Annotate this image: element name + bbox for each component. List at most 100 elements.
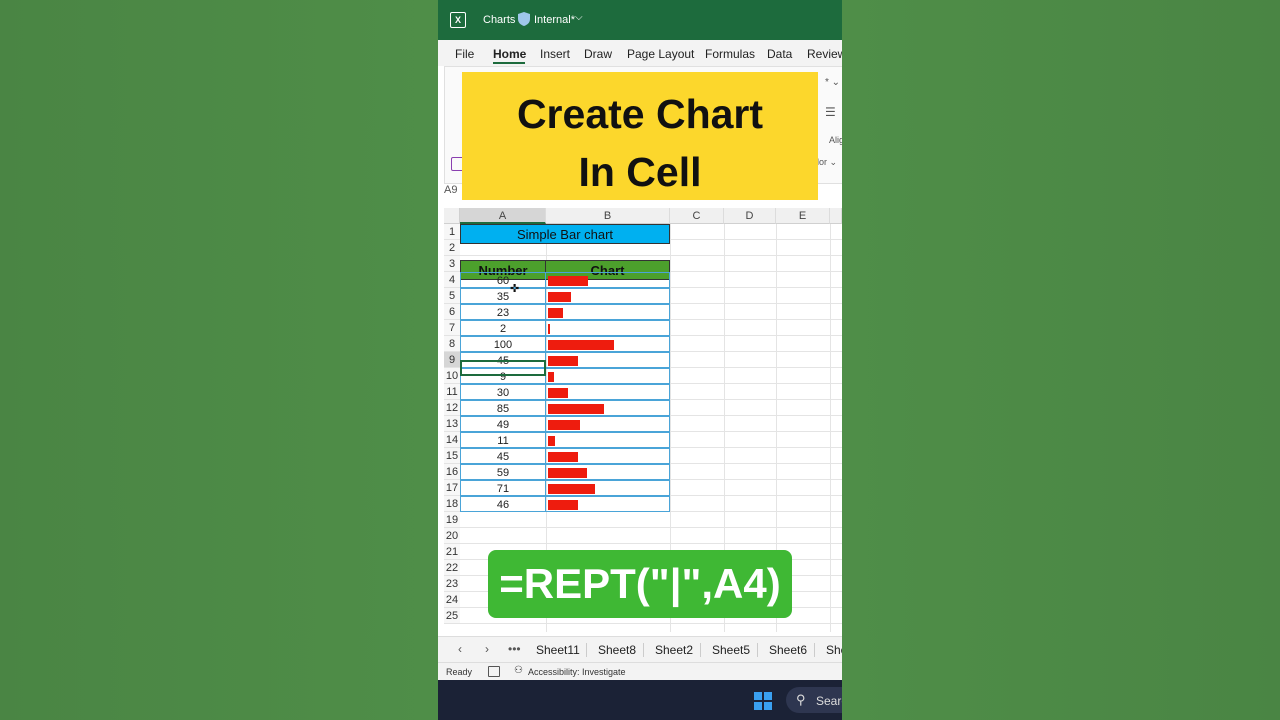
accessibility-icon[interactable]: ⚇ [514, 665, 523, 676]
chart-cell[interactable] [545, 368, 670, 384]
tab-divider [586, 643, 587, 657]
tab-formulas[interactable]: Formulas [705, 47, 755, 61]
more-sheets-icon[interactable]: ••• [508, 642, 521, 656]
column-header-a[interactable]: A [460, 208, 546, 224]
shield-icon [518, 12, 530, 26]
tab-page-layout[interactable]: Page Layout [627, 47, 694, 61]
chart-cell[interactable] [545, 448, 670, 464]
next-sheet-icon[interactable]: › [485, 642, 489, 656]
grid-line [460, 623, 842, 624]
accessibility-status[interactable]: Accessibility: Investigate [528, 667, 626, 677]
macro-record-icon[interactable] [488, 666, 500, 677]
column-header-c[interactable]: C [670, 208, 724, 224]
windows-taskbar: ⚲ Searc [438, 680, 842, 720]
row-header[interactable]: 21 [444, 544, 460, 560]
sheet-tab[interactable]: She [826, 643, 842, 657]
active-cell-selection [460, 360, 546, 376]
chart-cell[interactable] [545, 336, 670, 352]
row-header[interactable]: 4 [444, 272, 460, 288]
sheet-title-cell[interactable]: Simple Bar chart [460, 224, 670, 244]
row-header[interactable]: 2 [444, 240, 460, 256]
tab-data[interactable]: Data [767, 47, 792, 61]
sensitivity-label[interactable]: Internal* [534, 14, 575, 26]
row-header[interactable]: 22 [444, 560, 460, 576]
row-header[interactable]: 14 [444, 432, 460, 448]
chevron-down-icon[interactable]: ⌵ [575, 12, 583, 23]
chart-cell[interactable] [545, 464, 670, 480]
row-header[interactable]: 13 [444, 416, 460, 432]
chart-cell[interactable] [545, 384, 670, 400]
chart-cell[interactable] [545, 304, 670, 320]
status-bar: Ready ⚇ Accessibility: Investigate [438, 662, 842, 681]
row-header[interactable]: 9 [444, 352, 460, 368]
row-header[interactable]: 11 [444, 384, 460, 400]
sheet-tab[interactable]: Sheet8 [598, 643, 636, 657]
sheet-tab[interactable]: Sheet2 [655, 643, 693, 657]
row-header[interactable]: 25 [444, 608, 460, 624]
column-header-e[interactable]: E [776, 208, 830, 224]
tab-home[interactable]: Home [493, 47, 526, 61]
number-cell[interactable]: 35 [460, 288, 546, 304]
row-header[interactable]: 17 [444, 480, 460, 496]
row-header[interactable]: 19 [444, 512, 460, 528]
excel-logo-icon: X [450, 12, 466, 28]
row-header[interactable]: 24 [444, 592, 460, 608]
column-header-f[interactable] [830, 208, 842, 224]
row-header[interactable]: 8 [444, 336, 460, 352]
select-all-corner[interactable] [444, 208, 460, 224]
row-header[interactable]: 23 [444, 576, 460, 592]
row-header[interactable]: 15 [444, 448, 460, 464]
tab-review[interactable]: Review [807, 47, 842, 61]
sheet-tab[interactable]: Sheet11 [536, 643, 580, 657]
tab-insert[interactable]: Insert [540, 47, 570, 61]
chart-cell[interactable] [545, 400, 670, 416]
row-header[interactable]: 20 [444, 528, 460, 544]
chart-cell[interactable] [545, 432, 670, 448]
row-header[interactable]: 10 [444, 368, 460, 384]
row-header[interactable]: 18 [444, 496, 460, 512]
chart-cell[interactable] [545, 320, 670, 336]
row-header[interactable]: 5 [444, 288, 460, 304]
column-header-d[interactable]: D [724, 208, 776, 224]
grid-line [830, 224, 831, 632]
sheet-tab[interactable]: Sheet6 [769, 643, 807, 657]
row-header[interactable]: 6 [444, 304, 460, 320]
indent-icon[interactable]: ☰ [825, 105, 836, 119]
number-cell[interactable]: 60 [460, 272, 546, 288]
color-dropdown[interactable]: lor ⌄ [817, 157, 837, 168]
taskbar-search[interactable]: ⚲ Searc [786, 687, 842, 713]
number-cell[interactable]: 100 [460, 336, 546, 352]
row-header[interactable]: 7 [444, 320, 460, 336]
number-cell[interactable]: 2 [460, 320, 546, 336]
cell-cursor-icon: ✜ [510, 283, 520, 295]
tab-draw[interactable]: Draw [584, 47, 612, 61]
row-header[interactable]: 12 [444, 400, 460, 416]
row-header[interactable]: 16 [444, 464, 460, 480]
number-cell[interactable]: 46 [460, 496, 546, 512]
tab-file[interactable]: File [455, 47, 474, 61]
ribbon-fragment[interactable]: * ⌄ [825, 77, 840, 88]
number-cell[interactable]: 45 [460, 448, 546, 464]
sheet-tab[interactable]: Sheet5 [712, 643, 750, 657]
chart-cell[interactable] [545, 272, 670, 288]
grid-line [460, 543, 842, 544]
row-header[interactable]: 3 [444, 256, 460, 272]
windows-start-icon[interactable] [754, 692, 772, 710]
number-cell[interactable]: 11 [460, 432, 546, 448]
number-cell[interactable]: 49 [460, 416, 546, 432]
row-header[interactable]: 1 [444, 224, 460, 240]
chart-cell[interactable] [545, 352, 670, 368]
chart-cell[interactable] [545, 496, 670, 512]
in-cell-bar [548, 372, 554, 382]
workbook-name[interactable]: Charts [483, 14, 515, 26]
number-cell[interactable]: 30 [460, 384, 546, 400]
chart-cell[interactable] [545, 288, 670, 304]
number-cell[interactable]: 59 [460, 464, 546, 480]
number-cell[interactable]: 23 [460, 304, 546, 320]
chart-cell[interactable] [545, 480, 670, 496]
number-cell[interactable]: 85 [460, 400, 546, 416]
number-cell[interactable]: 71 [460, 480, 546, 496]
prev-sheet-icon[interactable]: ‹ [458, 642, 462, 656]
chart-cell[interactable] [545, 416, 670, 432]
column-header-b[interactable]: B [546, 208, 670, 224]
